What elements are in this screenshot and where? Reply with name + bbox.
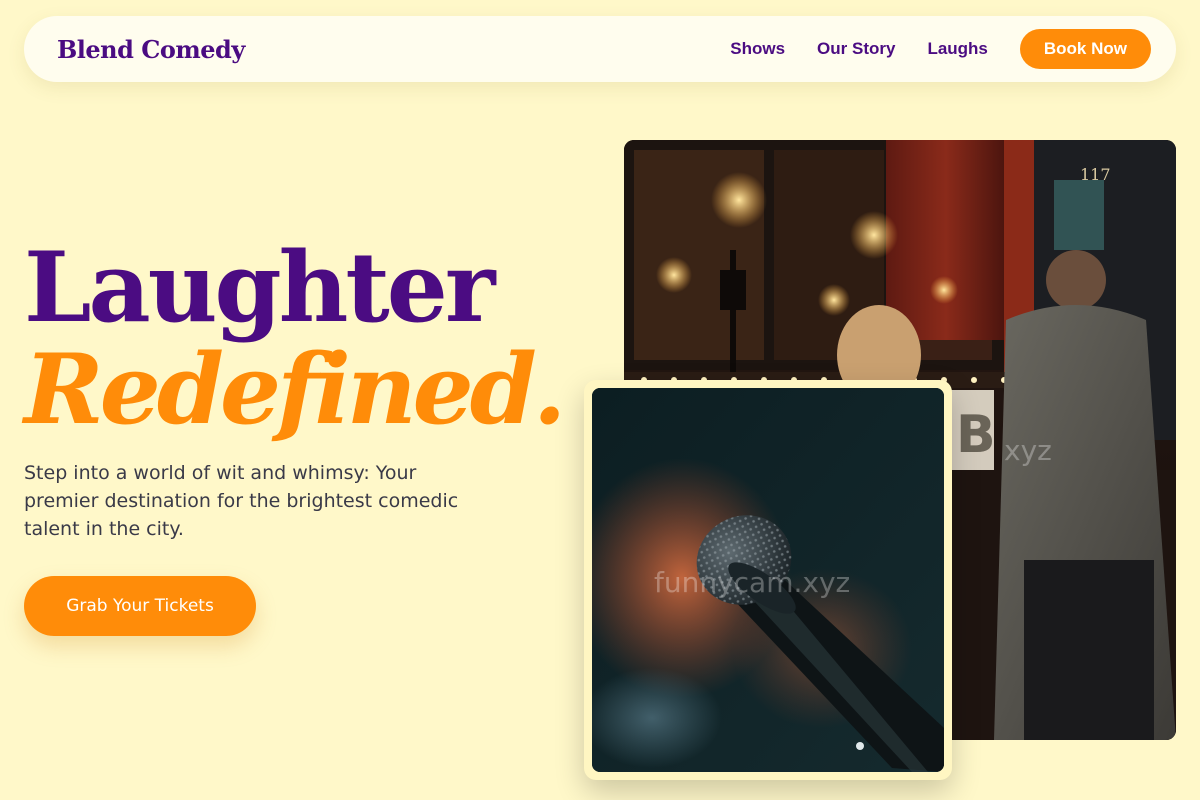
nav-link-shows[interactable]: Shows (730, 39, 785, 59)
hero-subtitle: Step into a world of wit and whimsy: You… (24, 462, 459, 540)
club-watermark: xyz (1004, 434, 1052, 467)
grab-tickets-button[interactable]: Grab Your Tickets (24, 576, 256, 636)
microphone-illustration: funnycam.xyz (592, 388, 944, 772)
mic-watermark: funnycam.xyz (654, 566, 850, 599)
book-now-button[interactable]: Book Now (1019, 29, 1151, 69)
hero-title-line2: Redefined. (24, 333, 566, 446)
navbar: Blend Comedy Shows Our Story Laughs Book… (24, 16, 1176, 82)
brand-logo[interactable]: Blend Comedy (57, 35, 245, 64)
microphone-photo-frame: funnycam.xyz (584, 380, 952, 780)
door-number: 117 (1080, 165, 1111, 184)
nav-link-laughs[interactable]: Laughs (927, 39, 987, 59)
marquee-letter: B (956, 405, 996, 465)
hero-title-line1: Laughter (24, 231, 495, 344)
hero-title: Laughter Redefined. (24, 231, 566, 446)
nav-link-our-story[interactable]: Our Story (817, 39, 895, 59)
nav-links: Shows Our Story Laughs Book Now (730, 29, 1151, 69)
microphone-photo: funnycam.xyz (592, 388, 944, 772)
